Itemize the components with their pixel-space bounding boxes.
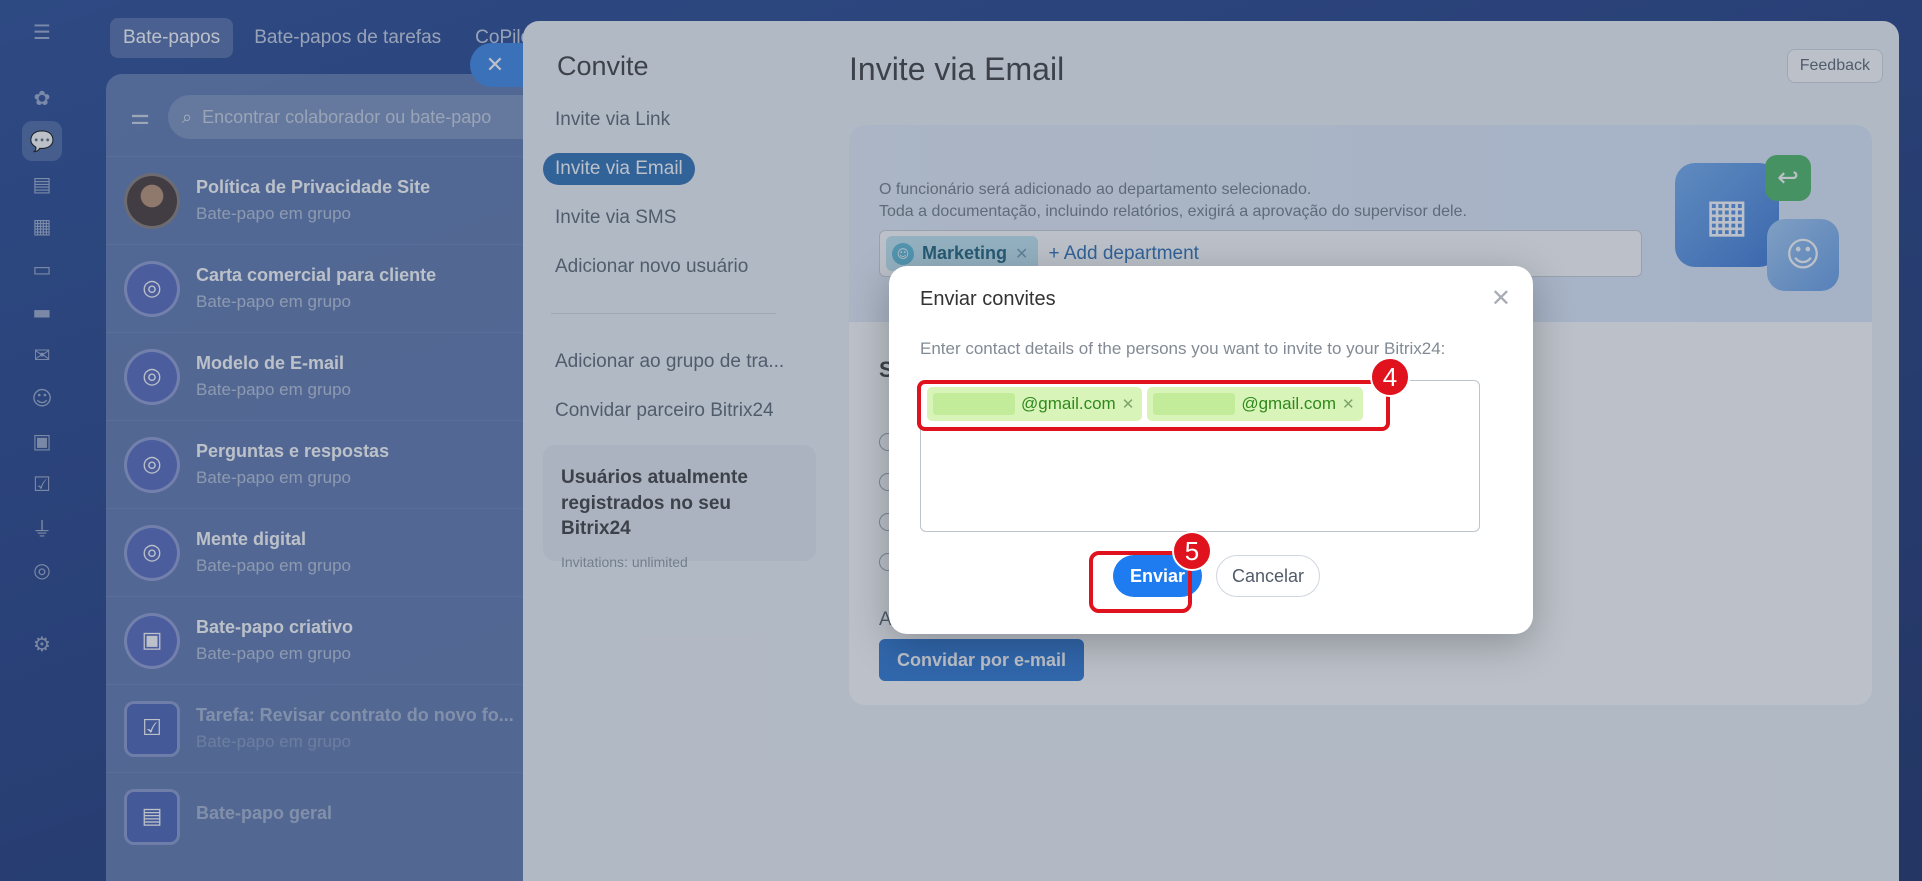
cancel-button[interactable]: Cancelar	[1215, 555, 1321, 597]
send-invites-dialog: Enviar convites ✕ Enter contact details …	[889, 266, 1533, 634]
dialog-title: Enviar convites	[920, 288, 1056, 310]
close-icon[interactable]: ✕	[1491, 284, 1511, 312]
step-badge-5: 5	[1172, 531, 1212, 571]
dialog-footer: Enviar Cancelar	[889, 555, 1533, 597]
highlight-box-emails	[917, 380, 1390, 431]
step-badge-4: 4	[1370, 357, 1410, 397]
dialog-instruction: Enter contact details of the persons you…	[920, 339, 1446, 358]
